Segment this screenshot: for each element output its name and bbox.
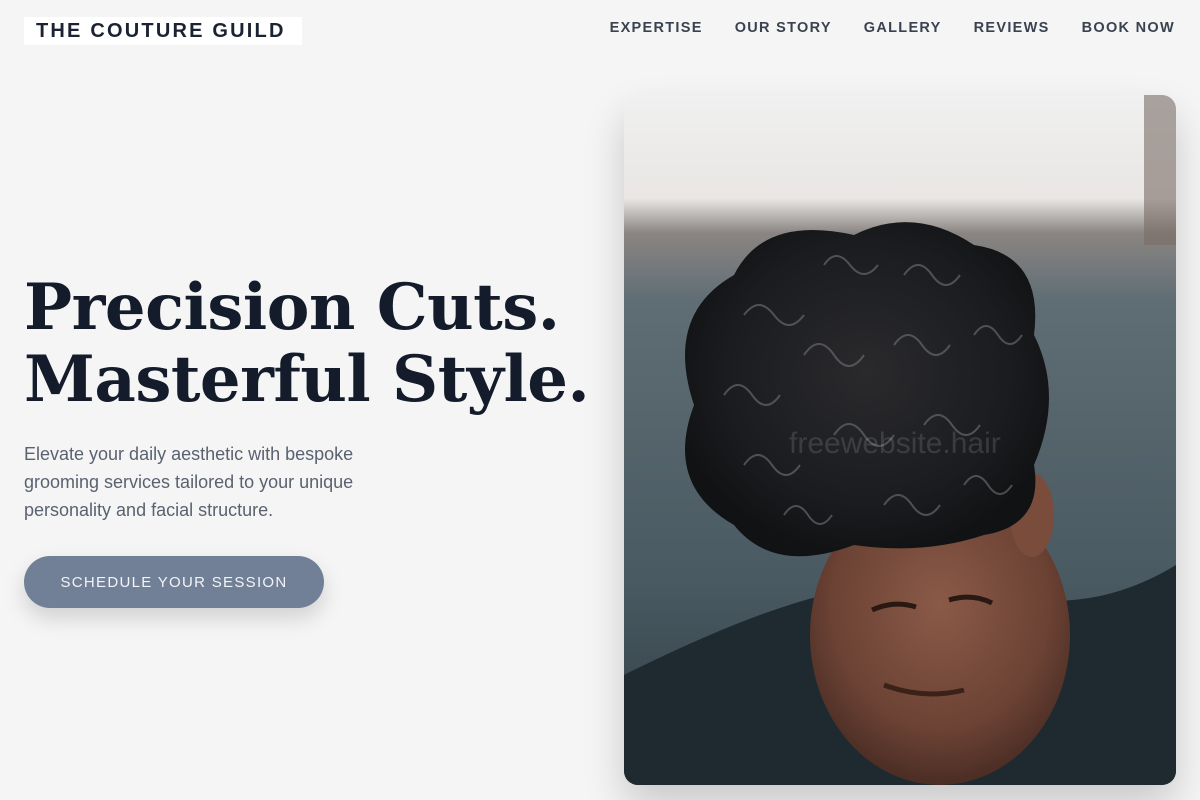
hero-title: Precision Cuts. Masterful Style. — [24, 272, 604, 416]
nav-item-gallery[interactable]: GALLERY — [864, 20, 942, 36]
nav-item-reviews[interactable]: REVIEWS — [974, 20, 1050, 36]
nav-item-expertise[interactable]: EXPERTISE — [610, 20, 703, 36]
nav-item-book-now[interactable]: BOOK NOW — [1082, 20, 1175, 36]
schedule-session-button[interactable]: SCHEDULE YOUR SESSION — [24, 556, 324, 608]
hero-image: freewebsite.hair — [624, 95, 1176, 785]
hero-title-line-2: Masterful Style. — [24, 342, 590, 417]
nav-item-our-story[interactable]: OUR STORY — [735, 20, 832, 36]
hero-title-line-1: Precision Cuts. — [24, 270, 560, 345]
main-nav: EXPERTISE OUR STORY GALLERY REVIEWS BOOK… — [610, 20, 1175, 36]
hero-subtitle: Elevate your daily aesthetic with bespok… — [24, 444, 354, 520]
site-header: THE COUTURE GUILD EXPERTISE OUR STORY GA… — [0, 0, 1200, 62]
brand-logo[interactable]: THE COUTURE GUILD — [24, 17, 302, 45]
image-watermark: freewebsite.hair — [789, 427, 1001, 460]
